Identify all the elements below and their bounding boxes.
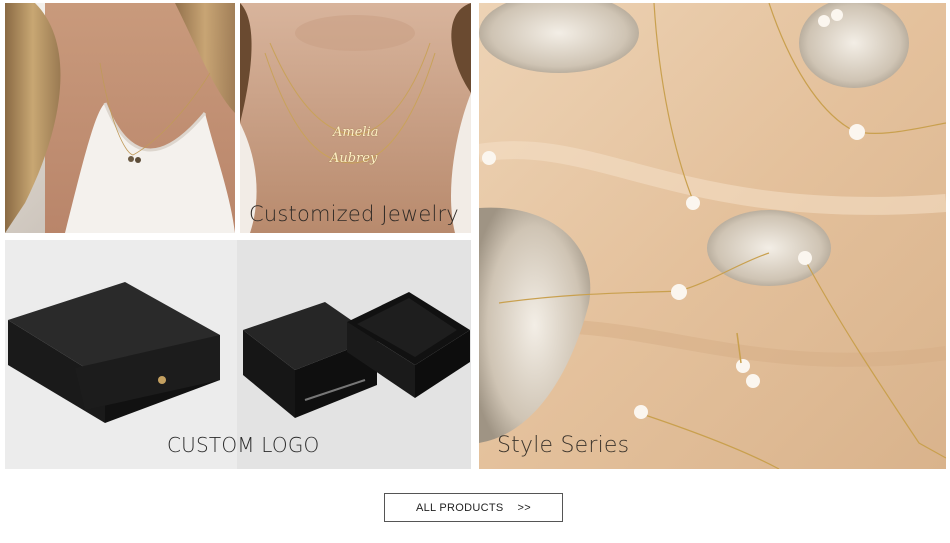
style-series-caption: Style Series xyxy=(497,433,630,458)
necklace-name-aubrey: Aubrey xyxy=(330,151,378,166)
necklace-name-amelia: Amelia xyxy=(333,125,379,140)
customized-jewelry-caption: Customized Jewelry xyxy=(249,202,459,226)
custom-logo-caption: CUSTOM LOGO xyxy=(167,433,320,457)
style-series-photo-tile[interactable] xyxy=(479,3,946,469)
style-series-photo xyxy=(479,3,946,469)
name-necklace-photo xyxy=(240,3,471,233)
all-products-label: ALL PRODUCTS xyxy=(416,501,504,514)
name-necklace-photo-tile[interactable]: Amelia Aubrey xyxy=(240,3,471,233)
necklace-photo-tile[interactable] xyxy=(5,3,235,233)
double-chevron-right-icon: >> xyxy=(517,501,531,514)
all-products-button[interactable]: ALL PRODUCTS >> xyxy=(384,493,563,522)
necklace-photo xyxy=(5,3,235,233)
